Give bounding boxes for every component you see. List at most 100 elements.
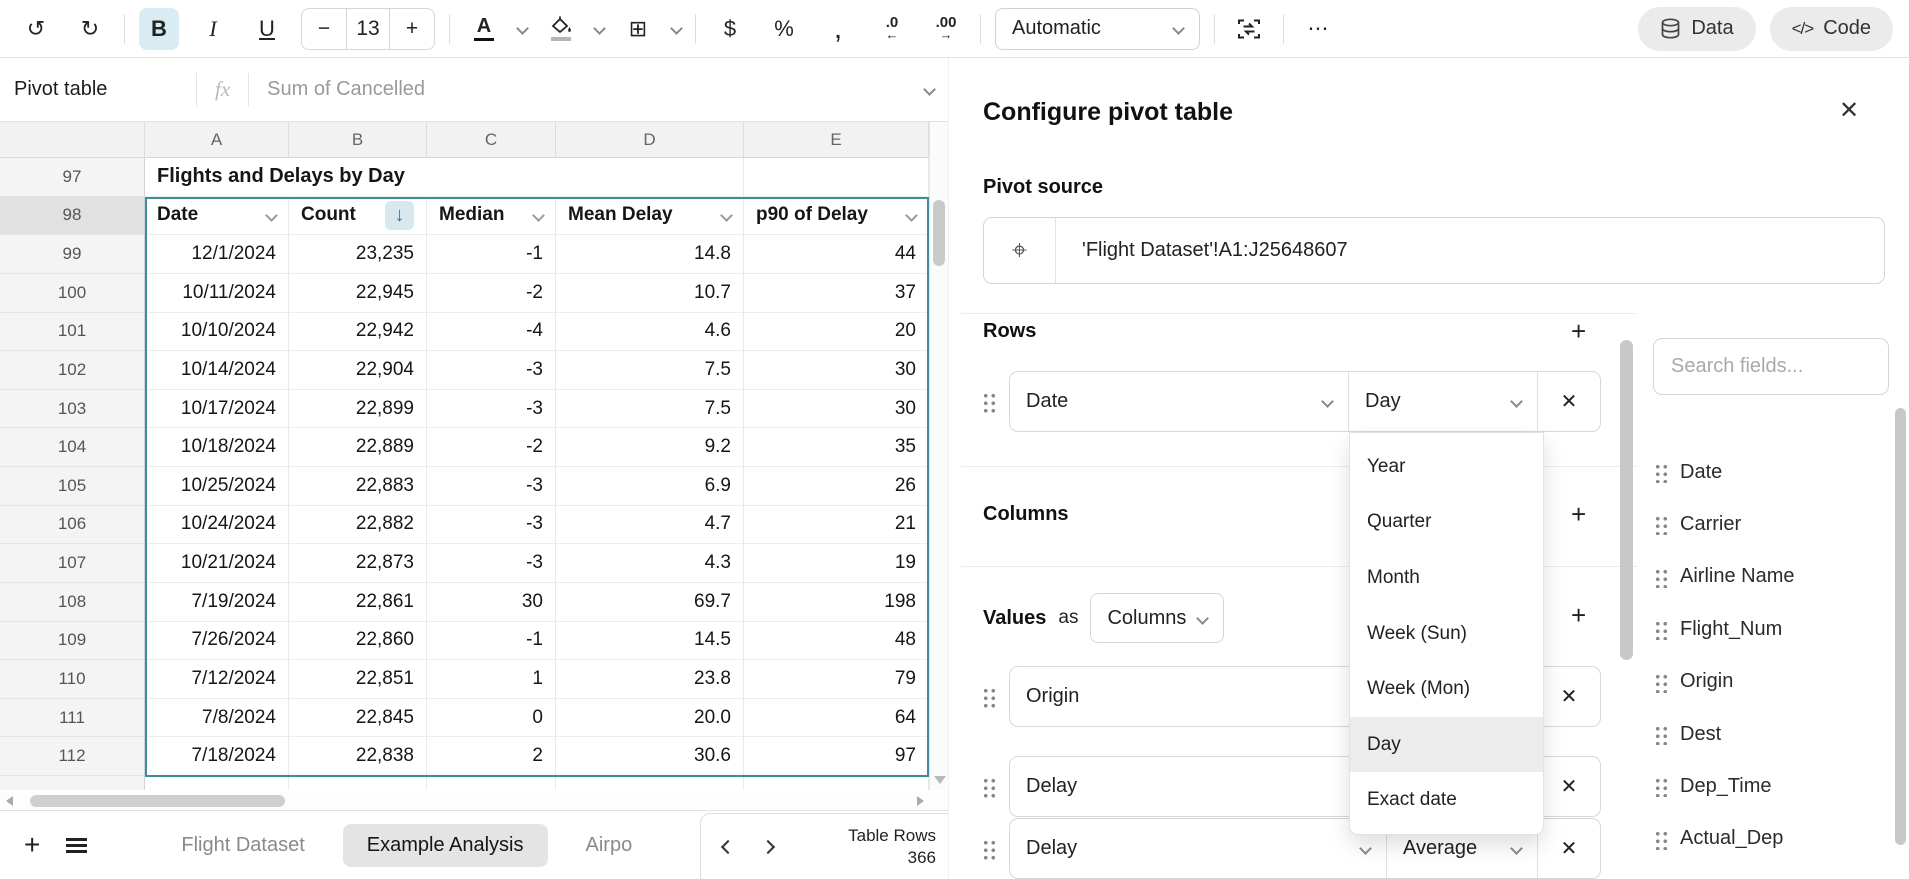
sheet-tab-example-analysis[interactable]: Example Analysis	[343, 824, 548, 867]
vertical-scrollbar[interactable]	[929, 122, 948, 790]
grid-cell[interactable]: 10/18/2024	[145, 428, 289, 467]
row-field-select[interactable]: Date	[1010, 372, 1349, 431]
panel-scrollbar-thumb[interactable]	[1620, 340, 1633, 660]
row-header[interactable]: 98	[0, 197, 145, 236]
cell-reference[interactable]: Pivot table	[14, 78, 196, 101]
decrease-decimal-button[interactable]: .0←	[872, 8, 912, 50]
pivot-source-input[interactable]: 'Flight Dataset'!A1:J25648607	[1056, 218, 1348, 283]
field-drag-handle[interactable]	[1653, 513, 1668, 535]
horizontal-scrollbar[interactable]	[0, 792, 948, 810]
field-item-dep-time[interactable]: Dep_Time	[1653, 773, 1772, 799]
grid-cell[interactable]: 22,861	[289, 583, 427, 622]
comma-format-button[interactable]: ,	[818, 8, 858, 50]
grid-cell[interactable]: 20	[744, 313, 929, 352]
row-header[interactable]: 111	[0, 699, 145, 738]
vertical-scrollbar-thumb[interactable]	[933, 200, 945, 266]
add-value-field-button[interactable]: +	[1571, 600, 1586, 631]
borders-button[interactable]: ⊞	[618, 8, 658, 50]
grid-cell[interactable]: 9.2	[556, 428, 744, 467]
grid-corner[interactable]	[0, 122, 145, 157]
grid-cell[interactable]: 22,838	[289, 737, 427, 776]
grid-cell[interactable]: 7.5	[556, 351, 744, 390]
field-drag-handle[interactable]	[1653, 775, 1668, 797]
grid-cell[interactable]: 30	[427, 583, 556, 622]
formula-input[interactable]: Sum of Cancelled	[249, 78, 925, 101]
field-item-airline-name[interactable]: Airline Name	[1653, 564, 1794, 590]
bold-button[interactable]: B	[139, 8, 179, 50]
grid-cell[interactable]: 48	[744, 622, 929, 661]
grid-cell-title[interactable]: Flights and Delays by Day	[145, 158, 556, 197]
table-column-header-date[interactable]: Date	[145, 197, 289, 236]
grid-cell[interactable]: 10/10/2024	[145, 313, 289, 352]
fill-color-button[interactable]	[541, 8, 581, 50]
row-header[interactable]	[0, 776, 145, 790]
field-item-dest[interactable]: Dest	[1653, 721, 1721, 747]
font-size-value[interactable]: 13	[346, 9, 390, 49]
remove-value-field-button[interactable]: ✕	[1538, 819, 1600, 878]
grid-cell[interactable]: -1	[427, 622, 556, 661]
grid-cell[interactable]: 7/26/2024	[145, 622, 289, 661]
grid-cell[interactable]: 10/25/2024	[145, 467, 289, 506]
grid-cell[interactable]: 22,845	[289, 699, 427, 738]
table-nav-prev-icon[interactable]	[721, 839, 735, 853]
grid-cell[interactable]: 10/24/2024	[145, 506, 289, 545]
table-column-header-median[interactable]: Median	[427, 197, 556, 236]
field-drag-handle[interactable]	[1653, 671, 1668, 693]
grid-cell[interactable]: -1	[427, 235, 556, 274]
grid-cell[interactable]: 23,235	[289, 235, 427, 274]
grid-cell[interactable]: 30	[744, 351, 929, 390]
grid-cell[interactable]: -4	[427, 313, 556, 352]
row-header[interactable]: 112	[0, 737, 145, 776]
grid-cell[interactable]: 10.7	[556, 274, 744, 313]
table-nav-next-icon[interactable]	[761, 839, 775, 853]
panel-close-button[interactable]: ✕	[1839, 96, 1859, 125]
remove-row-field-button[interactable]: ✕	[1538, 372, 1600, 431]
table-column-header-count[interactable]: Count↓	[289, 197, 427, 236]
grid-cell[interactable]: 1	[427, 660, 556, 699]
values-as-select[interactable]: Columns	[1090, 593, 1224, 643]
grid-cell[interactable]	[556, 776, 744, 790]
italic-button[interactable]: I	[193, 8, 233, 50]
field-item-date[interactable]: Date	[1653, 459, 1722, 485]
value-field-select[interactable]: Delay	[1010, 757, 1387, 816]
number-format-select[interactable]: Automatic	[995, 8, 1200, 50]
add-column-field-button[interactable]: +	[1571, 499, 1586, 530]
column-header-b[interactable]: B	[289, 122, 427, 157]
sheet-tab-flight-dataset[interactable]: Flight Dataset	[157, 824, 328, 867]
field-item-flight-num[interactable]: Flight_Num	[1653, 616, 1782, 642]
menu-option-week-sun[interactable]: Week (Sun)	[1350, 606, 1543, 662]
row-header[interactable]: 103	[0, 390, 145, 429]
font-size-increase-button[interactable]: +	[390, 9, 434, 49]
field-drag-handle[interactable]	[1653, 723, 1668, 745]
row-header[interactable]: 102	[0, 351, 145, 390]
sort-descending-icon[interactable]: ↓	[385, 201, 414, 230]
grid-cell[interactable]: 22,882	[289, 506, 427, 545]
grid-cell[interactable]: 64	[744, 699, 929, 738]
row-item-drag-handle[interactable]	[981, 390, 997, 414]
grid-cell[interactable]: 4.6	[556, 313, 744, 352]
sheet-tab-airpo[interactable]: Airpo	[562, 824, 633, 867]
grid-cell[interactable]: 6.9	[556, 467, 744, 506]
grid-cell[interactable]: -3	[427, 390, 556, 429]
convert-button[interactable]	[1229, 8, 1269, 50]
grid-cell[interactable]	[289, 776, 427, 790]
grid-cell[interactable]: 7/12/2024	[145, 660, 289, 699]
grid-cell[interactable]: -3	[427, 467, 556, 506]
grid-cell[interactable]: 4.3	[556, 544, 744, 583]
table-column-header-mean-delay[interactable]: Mean Delay	[556, 197, 744, 236]
grid-cell[interactable]: 22,945	[289, 274, 427, 313]
add-row-field-button[interactable]: +	[1571, 316, 1586, 347]
grid-cell[interactable]: 7.5	[556, 390, 744, 429]
percent-format-button[interactable]: %	[764, 8, 804, 50]
column-menu-chevron-icon[interactable]	[532, 209, 545, 222]
search-fields-input[interactable]: Search fields...	[1653, 338, 1889, 395]
grid-cell[interactable]: 2	[427, 737, 556, 776]
row-header[interactable]: 104	[0, 428, 145, 467]
remove-value-field-button[interactable]: ✕	[1538, 667, 1600, 726]
formula-bar-expand-chevron-icon[interactable]	[923, 83, 936, 96]
grid-cell[interactable]: 14.8	[556, 235, 744, 274]
row-header[interactable]: 110	[0, 660, 145, 699]
grid-cell[interactable]: 0	[427, 699, 556, 738]
grid-cell[interactable]: 69.7	[556, 583, 744, 622]
column-menu-chevron-icon[interactable]	[905, 209, 918, 222]
